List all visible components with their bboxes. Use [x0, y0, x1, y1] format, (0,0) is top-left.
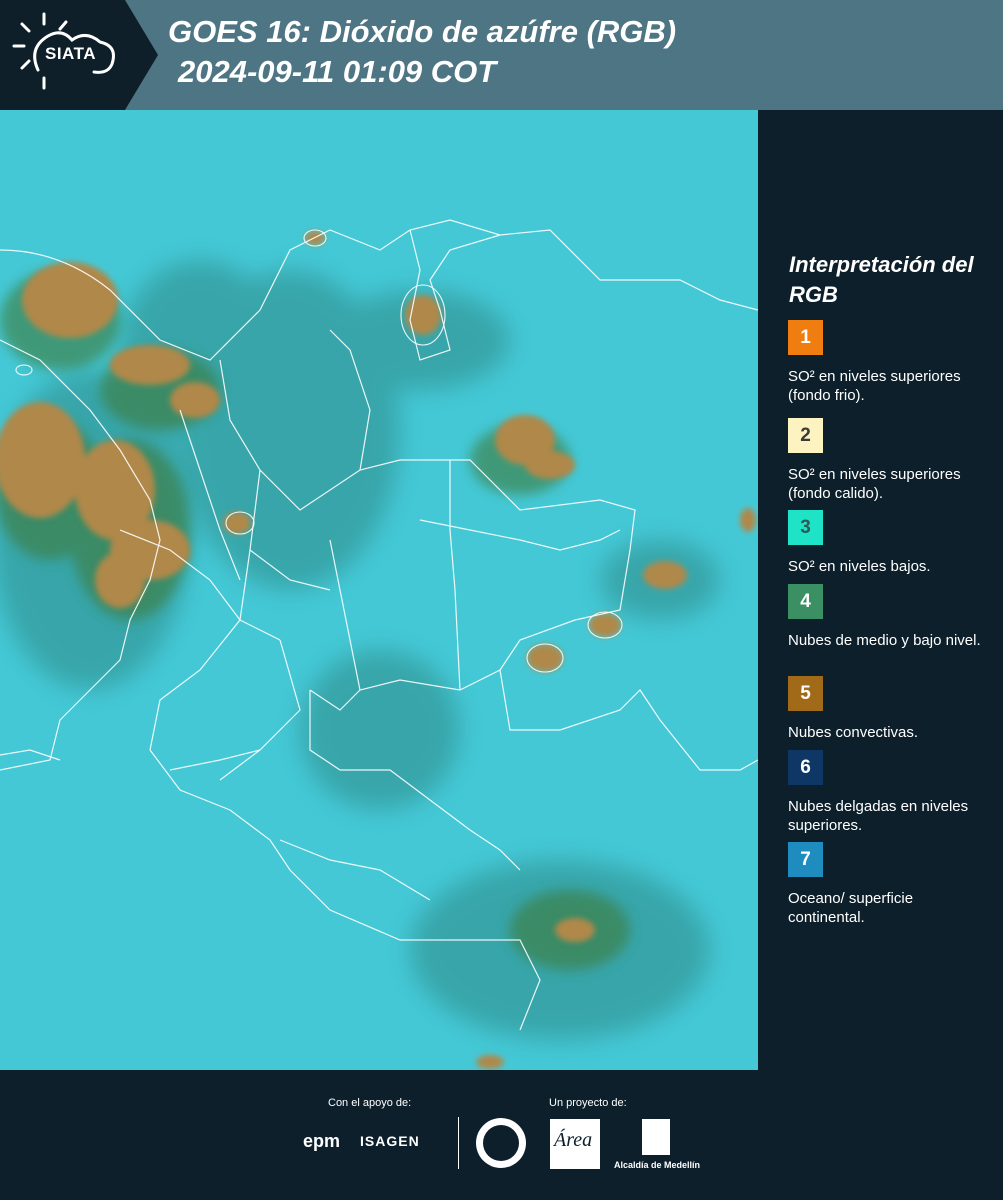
legend-label-6: Nubes delgadas en niveles superiores.	[788, 798, 969, 834]
epm-logo[interactable]: epm	[303, 1131, 340, 1152]
legend-swatch-1: 1	[788, 320, 823, 355]
legend-title: Interpretación del RGB	[789, 252, 974, 307]
medellin-seal-logo[interactable]	[476, 1118, 526, 1168]
legend-swatch-6: 6	[788, 750, 823, 785]
legend-label-5: Nubes convectivas.	[788, 724, 919, 741]
support-label: Con el apoyo de:	[328, 1097, 412, 1109]
legend-item-2: 2 SO² en niveles superiores (fondo calid…	[788, 418, 988, 503]
footer: Con el apoyo de: Un proyecto de: epm ISA…	[0, 1070, 1003, 1200]
isagen-logo[interactable]: ISAGEN	[360, 1133, 420, 1149]
legend-number-4: 4	[800, 590, 811, 612]
legend-number-5: 5	[800, 682, 811, 704]
legend-item-5: 5 Nubes convectivas.	[788, 676, 988, 742]
seal-inner	[483, 1125, 519, 1161]
project-label: Un proyecto de:	[549, 1097, 627, 1109]
header-bar: SIATA GOES 16: Dióxido de azúfre (RGB) 2…	[0, 0, 1003, 110]
legend-swatch-7: 7	[788, 842, 823, 877]
legend-number-7: 7	[800, 848, 811, 870]
area-logo-text: Área	[554, 1129, 593, 1151]
alcaldia-logo-text: Alcaldía de Medellín	[614, 1160, 701, 1170]
map-divider	[758, 110, 760, 1070]
page-title: GOES 16: Dióxido de azúfre (RGB)	[168, 14, 677, 49]
legend-item-1: 1 SO² en niveles superiores (fondo frio)…	[788, 320, 988, 405]
legend-swatch-5: 5	[788, 676, 823, 711]
siata-logo[interactable]: SIATA	[0, 0, 158, 110]
footer-divider	[458, 1117, 459, 1169]
timestamp: 2024-09-11 01:09 COT	[178, 54, 497, 89]
legend-number-6: 6	[800, 756, 811, 778]
legend-number-1: 1	[800, 326, 811, 348]
area-metropolitana-logo[interactable]: Área	[550, 1119, 600, 1169]
legend-swatch-3: 3	[788, 510, 823, 545]
legend-item-6: 6 Nubes delgadas en niveles superiores.	[788, 750, 988, 835]
legend-item-4: 4 Nubes de medio y bajo nivel.	[788, 584, 988, 650]
logo-text: SIATA	[45, 44, 96, 63]
legend-label-4: Nubes de medio y bajo nivel.	[788, 632, 981, 649]
legend-item-7: 7 Oceano/ superficie continental.	[788, 842, 988, 927]
legend-item-3: 3 SO² en niveles bajos.	[788, 510, 988, 576]
legend-label-3: SO² en niveles bajos.	[788, 558, 931, 575]
legend-swatch-4: 4	[788, 584, 823, 619]
legend-label-2: SO² en niveles superiores (fondo calido)…	[788, 466, 961, 502]
legend-number-3: 3	[800, 516, 811, 538]
legend-label-1: SO² en niveles superiores (fondo frio).	[788, 368, 961, 404]
alcaldia-crest-icon[interactable]	[642, 1119, 670, 1155]
legend-label-7: Oceano/ superficie continental.	[788, 890, 914, 926]
legend-number-2: 2	[800, 424, 811, 446]
satellite-map[interactable]	[0, 110, 758, 1070]
map-svg	[0, 110, 758, 1070]
legend-swatch-2: 2	[788, 418, 823, 453]
